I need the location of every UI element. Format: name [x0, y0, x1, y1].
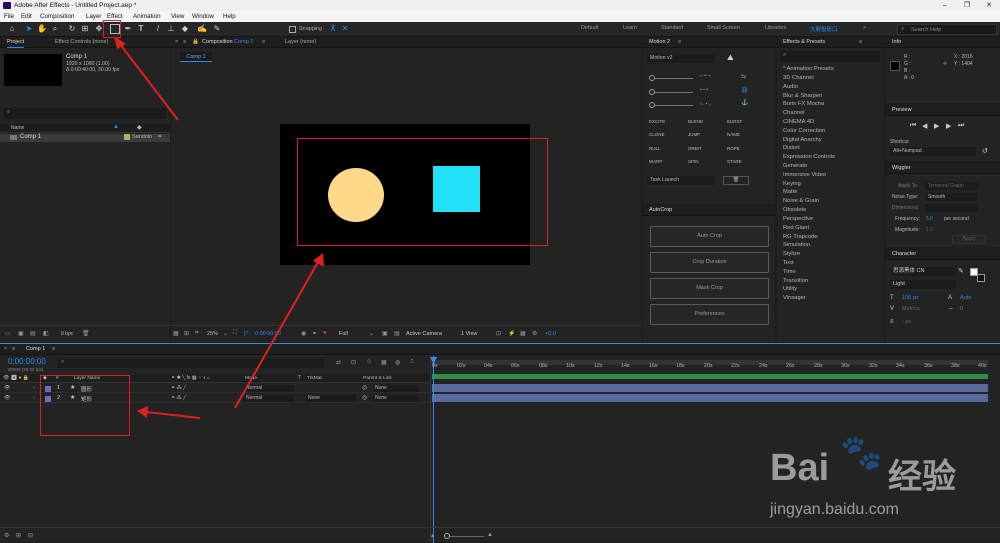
- paw-logo-icon: 🐾: [840, 434, 883, 472]
- annotation-arrow-line: [234, 261, 319, 409]
- baidu-watermark: Bai 🐾 经验 jingyan.baidu.com: [770, 433, 1000, 533]
- watermark-brand: Bai: [770, 447, 830, 489]
- annotation-arrow-line: [145, 411, 201, 419]
- annotation-arrow-line: [119, 43, 179, 121]
- watermark-url: jingyan.baidu.com: [770, 501, 899, 518]
- annotation-arrow-head: [114, 36, 126, 49]
- annotation-arrow-head: [313, 253, 324, 267]
- watermark-brand-cn: 经验: [888, 458, 956, 496]
- annotation-arrow-head: [137, 406, 148, 418]
